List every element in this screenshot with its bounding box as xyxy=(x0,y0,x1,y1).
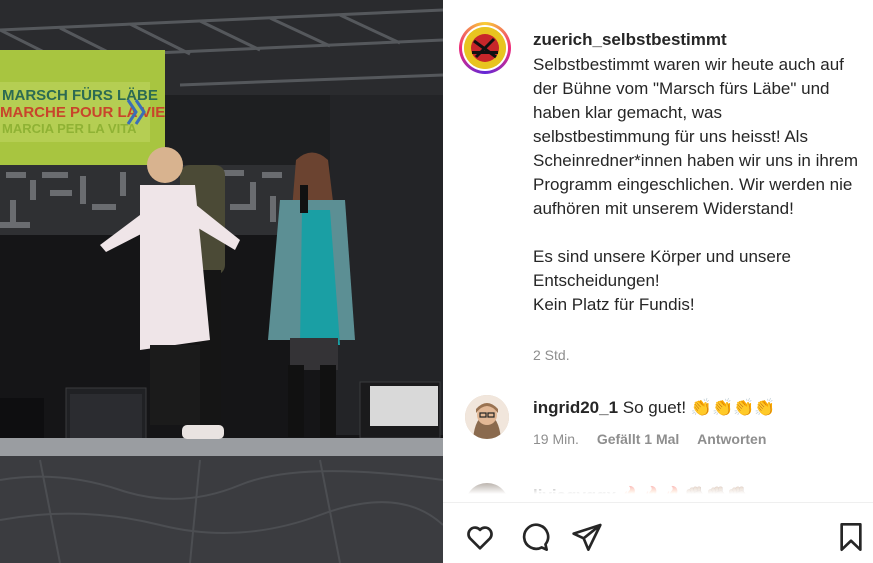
post-panel: zuerich_selbstbestimmt Selbstbestimmt wa… xyxy=(443,0,873,563)
scroll-fade xyxy=(443,470,873,502)
comment-likes[interactable]: Gefällt 1 Mal xyxy=(597,431,679,447)
banner-line1: MARSCH FÜRS LÄBE xyxy=(2,87,158,104)
avatar-image xyxy=(464,27,506,69)
post-media[interactable]: MARSCH FÜRS LÄBE MARCHE POUR LA VIE MARC… xyxy=(0,0,443,563)
banner-line3: MARCIA PER LA VITA xyxy=(2,121,137,136)
stage-photo: MARSCH FÜRS LÄBE MARCHE POUR LA VIE MARC… xyxy=(0,0,443,563)
post-username[interactable]: zuerich_selbstbestimmt xyxy=(533,30,727,50)
bookmark-icon[interactable] xyxy=(835,521,867,553)
post-caption: Selbstbestimmt waren wir heute auch auf … xyxy=(533,55,859,314)
share-icon[interactable] xyxy=(571,521,603,553)
action-bar xyxy=(443,503,873,563)
comment-username[interactable]: ingrid20_1 xyxy=(533,398,618,417)
comment-avatar[interactable] xyxy=(465,395,509,439)
heart-icon[interactable] xyxy=(464,521,496,553)
comment-time[interactable]: 19 Min. xyxy=(533,431,579,447)
post-time[interactable]: 2 Std. xyxy=(533,347,570,363)
comment-text: So guet! 👏👏👏👏 xyxy=(622,398,776,417)
comment-reply-button[interactable]: Antworten xyxy=(697,431,766,447)
comment-icon[interactable] xyxy=(518,521,550,553)
post-avatar[interactable] xyxy=(459,22,511,74)
